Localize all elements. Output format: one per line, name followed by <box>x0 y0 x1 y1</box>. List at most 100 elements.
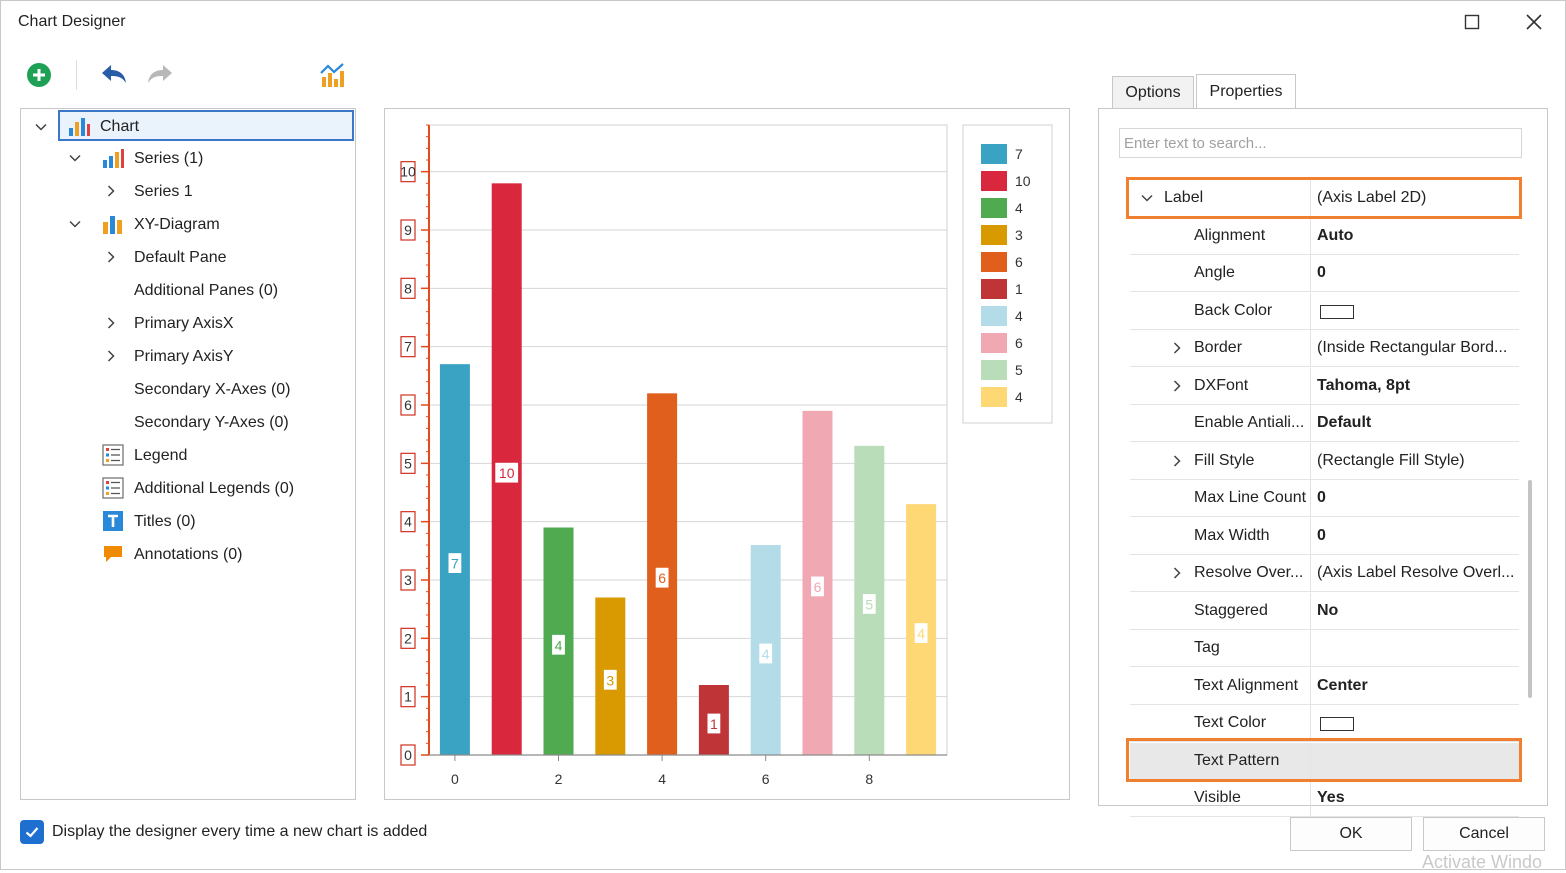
tree-item[interactable]: Default Pane <box>22 242 352 272</box>
add-button[interactable] <box>22 58 56 92</box>
property-row[interactable]: Label (Axis Label 2D) <box>1130 180 1519 217</box>
legend-swatch <box>981 387 1007 407</box>
tree-item[interactable]: Secondary X-Axes (0) <box>22 374 352 404</box>
point-label: 1 <box>710 716 718 732</box>
property-value[interactable]: No <box>1317 602 1338 620</box>
property-name: Angle <box>1194 264 1235 281</box>
tree-item-label: Primary AxisX <box>134 315 234 332</box>
tree-item[interactable]: XY-Diagram <box>22 209 352 239</box>
tree-item[interactable]: Series (1) <box>22 143 352 173</box>
property-value[interactable]: Yes <box>1317 789 1345 807</box>
x-tick-label: 4 <box>658 771 666 787</box>
property-value[interactable]: Auto <box>1317 227 1353 245</box>
tree-item[interactable]: Secondary Y-Axes (0) <box>22 407 352 437</box>
y-tick-label: 2 <box>404 630 412 646</box>
tree-item-label: Default Pane <box>134 249 227 266</box>
property-row[interactable]: Tag <box>1130 630 1519 667</box>
tree-item[interactable]: Primary AxisX <box>22 308 352 338</box>
point-label: 6 <box>814 579 822 595</box>
chevron-down-icon[interactable] <box>68 217 82 231</box>
property-value[interactable]: (Inside Rectangular Bord... <box>1317 339 1507 357</box>
ok-button[interactable]: OK <box>1290 817 1412 851</box>
chevron-right-icon[interactable] <box>1170 341 1184 355</box>
close-icon <box>1526 14 1542 30</box>
property-row[interactable]: Text Alignment Center <box>1130 667 1519 705</box>
property-column-divider <box>1310 705 1311 741</box>
chevron-right-icon[interactable] <box>1170 454 1184 468</box>
cancel-button[interactable]: Cancel <box>1423 817 1545 851</box>
property-value[interactable]: Default <box>1317 414 1371 432</box>
property-row[interactable]: Border (Inside Rectangular Bord... <box>1130 330 1519 367</box>
maximize-button[interactable] <box>1452 4 1492 40</box>
y-tick-label: 0 <box>404 747 412 763</box>
chevron-right-icon[interactable] <box>104 316 118 330</box>
chevron-right-icon[interactable] <box>104 349 118 363</box>
chevron-down-icon[interactable] <box>1140 191 1154 205</box>
tree-item[interactable]: Chart <box>35 110 354 141</box>
tab-options[interactable]: Options <box>1112 76 1194 108</box>
property-search-input[interactable]: Enter text to search... <box>1119 128 1522 158</box>
legend-swatch <box>981 360 1007 380</box>
tree-item[interactable]: Titles (0) <box>22 506 352 536</box>
tab-properties[interactable]: Properties <box>1196 74 1296 108</box>
chevron-right-icon[interactable] <box>1170 566 1184 580</box>
point-label: 4 <box>917 626 925 642</box>
property-row[interactable]: Back Color <box>1130 292 1519 330</box>
property-row[interactable]: Visible Yes <box>1130 780 1519 817</box>
color-swatch[interactable] <box>1320 304 1354 319</box>
property-column-divider <box>1310 330 1311 366</box>
legend-box <box>962 124 1053 424</box>
property-row[interactable]: Alignment Auto <box>1130 217 1519 255</box>
property-value[interactable]: (Axis Label Resolve Overl... <box>1317 564 1514 582</box>
chevron-down-icon[interactable] <box>68 151 82 165</box>
property-row[interactable]: Text Color <box>1130 705 1519 742</box>
property-name: Staggered <box>1194 601 1268 619</box>
tree-item[interactable]: Legend <box>22 440 352 470</box>
undo-button[interactable] <box>97 58 131 92</box>
property-row[interactable]: Max Line Count 0 <box>1130 480 1519 517</box>
property-value[interactable]: (Rectangle Fill Style) <box>1317 452 1465 470</box>
tree-item[interactable]: Annotations (0) <box>22 539 352 569</box>
legend-swatch <box>981 306 1007 326</box>
tree-item[interactable]: Additional Legends (0) <box>22 473 352 503</box>
legend-swatch <box>981 252 1007 272</box>
tree-item[interactable]: Additional Panes (0) <box>22 275 352 305</box>
property-grid-scrollbar[interactable] <box>1528 480 1532 698</box>
property-row[interactable]: Resolve Over... (Axis Label Resolve Overl… <box>1130 555 1519 592</box>
chevron-right-icon[interactable] <box>1170 379 1184 393</box>
property-row[interactable]: Fill Style (Rectangle Fill Style) <box>1130 442 1519 480</box>
maximize-icon <box>1464 14 1480 30</box>
redo-button[interactable] <box>143 58 177 92</box>
property-value[interactable]: 0 <box>1317 264 1326 282</box>
x-tick-label: 0 <box>451 771 459 787</box>
property-row[interactable]: Angle 0 <box>1130 255 1519 292</box>
chevron-down-icon[interactable] <box>34 120 48 134</box>
chart-wizard-button[interactable] <box>315 58 349 92</box>
tree-item[interactable]: Primary AxisY <box>22 341 352 371</box>
property-name: Resolve Over... <box>1194 564 1304 581</box>
property-row[interactable]: Text Pattern <box>1130 742 1519 780</box>
property-value[interactable]: (Axis Label 2D) <box>1317 189 1426 207</box>
property-value[interactable]: Center <box>1317 677 1368 695</box>
x-tick-label: 2 <box>555 771 563 787</box>
property-row[interactable]: DXFont Tahoma, 8pt <box>1130 367 1519 405</box>
property-row[interactable]: Enable Antiali... Default <box>1130 405 1519 442</box>
y-tick-label: 8 <box>404 280 412 296</box>
legend-label: 3 <box>1015 227 1023 243</box>
display-designer-checkbox[interactable] <box>20 820 44 844</box>
property-value[interactable]: 0 <box>1317 527 1326 545</box>
property-row[interactable]: Max Width 0 <box>1130 517 1519 555</box>
point-label: 4 <box>762 646 770 662</box>
y-tick-label: 5 <box>404 455 412 471</box>
property-row[interactable]: Staggered No <box>1130 592 1519 630</box>
point-label: 6 <box>658 570 666 586</box>
chevron-right-icon[interactable] <box>104 184 118 198</box>
color-swatch[interactable] <box>1320 717 1354 731</box>
legend-swatch <box>981 225 1007 245</box>
property-value[interactable]: 0 <box>1317 489 1326 507</box>
property-value[interactable]: Tahoma, 8pt <box>1317 377 1410 395</box>
tree-item-label: XY-Diagram <box>134 216 220 233</box>
chevron-right-icon[interactable] <box>104 250 118 264</box>
tree-item[interactable]: Series 1 <box>22 176 352 206</box>
close-button[interactable] <box>1514 4 1554 40</box>
